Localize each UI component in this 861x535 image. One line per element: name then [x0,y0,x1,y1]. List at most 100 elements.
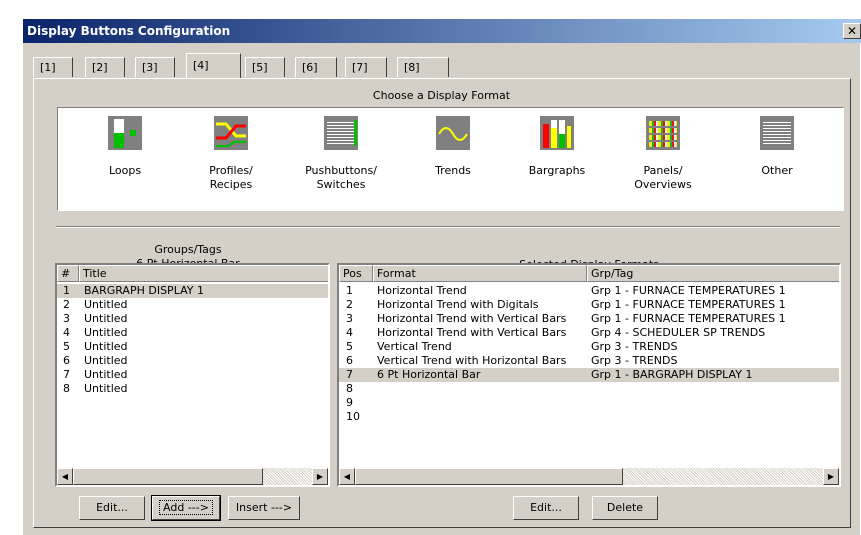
row-title: Untitled [84,312,128,325]
table-row[interactable]: 5 Vertical Trend Grp 3 - TRENDS [339,340,839,354]
row-title: Untitled [84,340,128,353]
row-grp-tag: Grp 3 - TRENDS [591,340,678,353]
formats-horizontal-scrollbar[interactable]: ◀ ▶ [339,468,839,485]
scroll-right-button[interactable]: ▶ [312,468,328,485]
table-row[interactable]: 8 Untitled [57,382,328,396]
row-number: 8 [63,382,70,395]
row-title: Untitled [84,298,128,311]
table-row[interactable]: 1 Horizontal Trend Grp 1 - FURNACE TEMPERA… [339,284,839,298]
table-row[interactable]: 3 Horizontal Trend with Vertical Bars Grp … [339,312,839,326]
table-row[interactable]: 9 [339,396,839,410]
other-icon [760,116,794,150]
table-row[interactable]: 3 Untitled [57,312,328,326]
row-title: Untitled [84,368,128,381]
row-position: 2 [346,298,353,311]
table-row[interactable]: 8 [339,382,839,396]
groups-tags-list[interactable]: # Title 1 BARGRAPH DISPLAY 1 2 Untitled 3 Unt… [55,263,330,487]
table-row[interactable]: 6 Vertical Trend with Horizontal Bars Grp … [339,354,839,368]
tab-2[interactable]: [2] [85,57,125,77]
row-grp-tag: Grp 1 - FURNACE TEMPERATURES 1 [591,284,786,297]
table-row[interactable]: 2 Untitled [57,298,328,312]
add-button[interactable]: Add ---> [151,495,221,521]
format-label: Profiles/ [209,164,253,177]
choose-format-label: Choose a Display Format [372,89,511,102]
row-number: 6 [63,354,70,367]
table-row[interactable]: 2 Horizontal Trend with Digitals Grp 1 - F… [339,298,839,312]
format-trends[interactable]: Trends [398,116,508,178]
row-title: Untitled [84,326,128,339]
edit-format-button[interactable]: Edit... [513,496,579,520]
table-row[interactable]: 5 Untitled [57,340,328,354]
format-profiles-recipes[interactable]: Profiles/Recipes [176,116,286,192]
tab-7[interactable]: [7] [345,57,387,77]
format-loops[interactable]: Loops [70,116,180,178]
column-header-title[interactable]: Title [79,265,328,282]
row-number: 5 [63,340,70,353]
table-row[interactable]: 7 Untitled [57,368,328,382]
format-bargraphs[interactable]: Bargraphs [502,116,612,178]
row-position: 5 [346,340,353,353]
insert-button[interactable]: Insert ---> [228,496,300,520]
trends-wave [438,127,468,141]
tab-5[interactable]: [5] [245,57,285,77]
window-title: Display Buttons Configuration [27,24,231,38]
section-divider [56,226,840,228]
column-header-grp-tag[interactable]: Grp/Tag [587,265,839,282]
dialog-window: Display Buttons Configuration ✕ [1] [2] … [22,18,861,535]
format-pushbuttons-switches[interactable]: Pushbuttons/Switches [286,116,396,192]
table-row[interactable]: 6 Untitled [57,354,328,368]
row-format: 6 Pt Horizontal Bar [377,368,481,381]
row-number: 7 [63,368,70,381]
format-label: Other [761,164,793,177]
row-position: 1 [346,284,353,297]
scroll-right-button[interactable]: ▶ [823,468,839,485]
table-row[interactable]: 1 BARGRAPH DISPLAY 1 [57,284,328,298]
row-grp-tag: Grp 1 - FURNACE TEMPERATURES 1 [591,312,786,325]
scroll-left-button[interactable]: ◀ [57,468,73,485]
delete-button[interactable]: Delete [592,496,658,520]
row-position: 8 [346,382,353,395]
row-grp-tag: Grp 1 - FURNACE TEMPERATURES 1 [591,298,786,311]
format-label: Pushbuttons/ [305,164,377,177]
table-row[interactable]: 4 Horizontal Trend with Vertical Bars Grp … [339,326,839,340]
table-row[interactable]: 10 [339,410,839,424]
tab-6[interactable]: [6] [295,57,337,77]
profiles-recipes-icon [214,116,248,150]
column-header-num[interactable]: # [57,265,79,282]
profiles-graphic [216,122,246,147]
row-title: Untitled [84,354,128,367]
tab-4[interactable]: [4] [186,53,241,78]
format-other[interactable]: Other [722,116,832,178]
selected-formats-list[interactable]: Pos Format Grp/Tag 1 Horizontal Trend Grp … [337,263,841,487]
column-header-pos[interactable]: Pos [339,265,373,282]
scroll-thumb[interactable] [73,468,263,485]
groups-horizontal-scrollbar[interactable]: ◀ ▶ [57,468,328,485]
row-position: 3 [346,312,353,325]
row-format: Vertical Trend [377,340,452,353]
format-panels-overviews[interactable]: Panels/Overviews [608,116,718,192]
row-number: 4 [63,326,70,339]
row-position: 4 [346,326,353,339]
row-number: 3 [63,312,70,325]
column-header-format[interactable]: Format [373,265,587,282]
scroll-left-button[interactable]: ◀ [339,468,355,485]
table-row[interactable]: 4 Untitled [57,326,328,340]
pushbuttons-switches-icon [324,116,358,150]
edit-group-button[interactable]: Edit... [79,496,145,520]
format-label: Loops [108,164,142,177]
row-position: 10 [346,410,360,423]
scroll-thumb[interactable] [355,468,623,485]
format-label: Trends [435,164,471,177]
title-bar: Display Buttons Configuration ✕ [23,19,861,43]
close-button[interactable]: ✕ [843,23,861,39]
row-format: Horizontal Trend with Digitals [377,298,539,311]
tab-1[interactable]: [1] [33,57,73,77]
loops-icon [108,116,142,150]
tab-3[interactable]: [3] [135,57,175,77]
row-position: 6 [346,354,353,367]
bargraphs-icon [540,116,574,150]
trends-icon [436,116,470,150]
table-row[interactable]: 7 6 Pt Horizontal Bar Grp 1 - BARGRAPH DIS… [339,368,839,382]
panels-overviews-icon [646,116,680,150]
tab-8[interactable]: [8] [397,57,449,77]
